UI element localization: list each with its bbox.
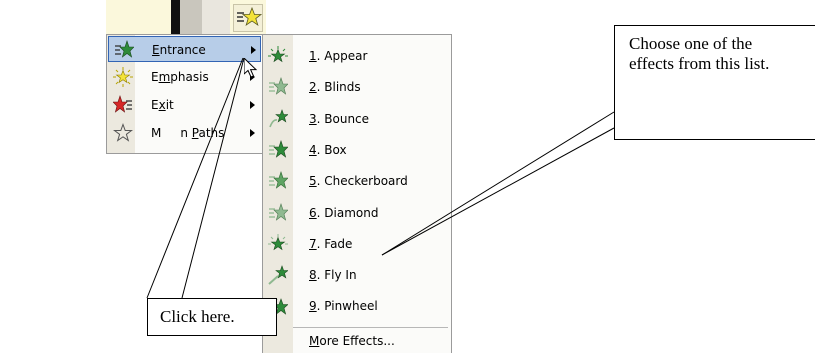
mouse-pointer-icon: [244, 58, 258, 78]
choose-effects-callout: Choose one of the effects from this list…: [614, 25, 815, 140]
click-here-callout: Click here.: [147, 298, 277, 336]
